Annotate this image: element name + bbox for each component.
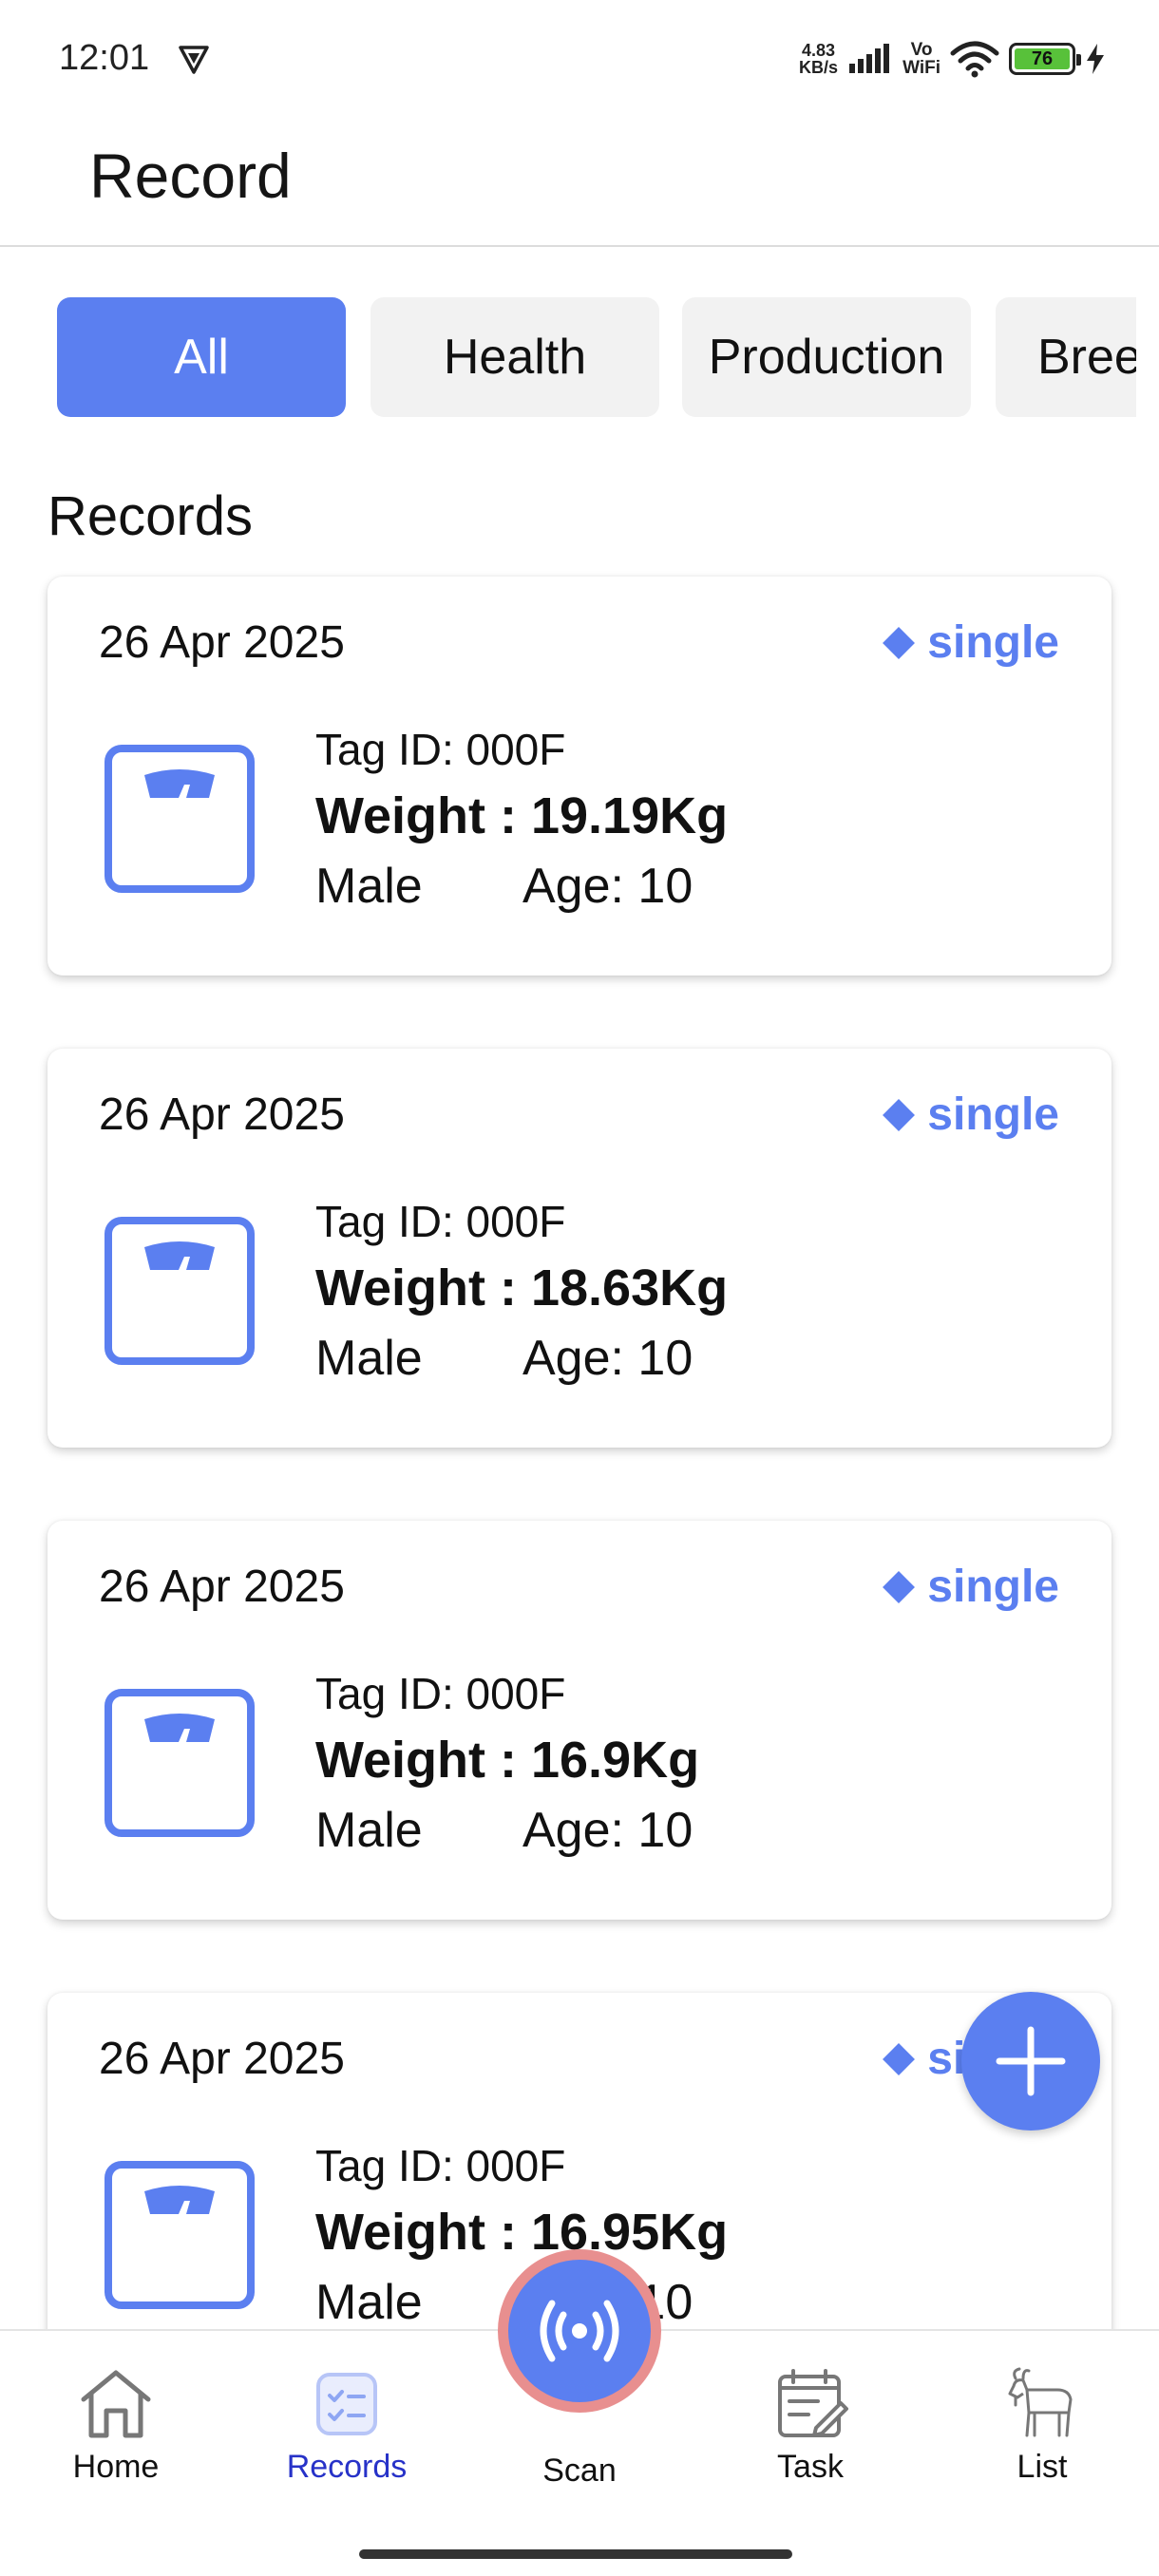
- section-title: Records: [48, 485, 253, 547]
- filter-chip-health[interactable]: Health: [370, 297, 659, 417]
- record-weight: Weight : 16.9Kg: [315, 1732, 700, 1789]
- record-tag-id: Tag ID: 000F: [315, 2141, 566, 2190]
- record-info: Tag ID: 000F Weight : 19.19Kg Male Age: …: [315, 717, 728, 922]
- status-time: 12:01: [59, 38, 150, 78]
- status-bar: 12:01 4.83 KB/s Vo WiFi 76: [0, 0, 1159, 119]
- scale-icon: [104, 745, 255, 893]
- home-indicator[interactable]: [359, 2549, 792, 2559]
- record-weight: Weight : 18.63Kg: [315, 1260, 729, 1316]
- record-type-label: single: [927, 1562, 1059, 1612]
- record-weight: Weight : 16.95Kg: [315, 2204, 729, 2261]
- scale-icon: [104, 1689, 255, 1837]
- record-tag-id: Tag ID: 000F: [315, 725, 566, 774]
- record-sex: Male: [315, 2275, 423, 2330]
- record-sex: Male: [315, 1331, 423, 1386]
- nav-item-records[interactable]: Records: [242, 2365, 451, 2508]
- nav-label-list: List: [1016, 2449, 1068, 2485]
- nav-label-scan[interactable]: Scan: [475, 2453, 684, 2490]
- record-type-label: single: [927, 617, 1059, 668]
- battery-level: 76: [1015, 48, 1070, 69]
- scale-icon: [104, 1217, 255, 1365]
- task-icon: [778, 2369, 848, 2437]
- home-icon: [81, 2370, 151, 2438]
- filter-chips: All Health Production Bree: [57, 297, 1136, 417]
- charging-icon: [1087, 44, 1104, 74]
- record-info: Tag ID: 000F Weight : 18.63Kg Male Age: …: [315, 1189, 728, 1394]
- vowifi-indicator: Vo WiFi: [902, 41, 940, 77]
- record-tag-id: Tag ID: 000F: [315, 1197, 566, 1246]
- record-card[interactable]: 26 Apr 2025 single Tag ID: 000F Weight :…: [48, 1049, 1112, 1448]
- record-type-label: single: [927, 1089, 1059, 1140]
- battery-tip: [1076, 54, 1081, 66]
- record-date: 26 Apr 2025: [99, 617, 345, 668]
- goat-icon: [1008, 2367, 1073, 2437]
- diamond-icon: [883, 1098, 916, 1131]
- record-info: Tag ID: 000F Weight : 16.9Kg Male Age: 1…: [315, 1661, 699, 1866]
- record-date: 26 Apr 2025: [99, 1562, 345, 1612]
- diamond-icon: [883, 1570, 916, 1603]
- nav-item-home[interactable]: Home: [11, 2365, 220, 2508]
- nav-item-list[interactable]: List: [938, 2365, 1147, 2508]
- battery-icon: 76: [1009, 43, 1081, 75]
- record-weight: Weight : 19.19Kg: [315, 787, 729, 844]
- page-title: Record: [89, 141, 292, 211]
- record-tag-id: Tag ID: 000F: [315, 1669, 566, 1718]
- add-record-button[interactable]: [961, 1992, 1100, 2131]
- network-speed-value: 4.83: [802, 41, 836, 60]
- filter-chip-all[interactable]: All: [57, 297, 346, 417]
- record-sex: Male: [315, 1803, 423, 1858]
- scan-button[interactable]: [498, 2249, 661, 2413]
- app-header: Record: [0, 119, 1159, 247]
- record-age: Age: 10: [522, 1331, 694, 1386]
- status-icons: 4.83 KB/s Vo WiFi 76: [799, 36, 1106, 82]
- record-type: single: [883, 1089, 1059, 1141]
- record-date: 26 Apr 2025: [99, 1089, 345, 1140]
- cellular-signal-icon: [849, 44, 890, 73]
- network-speed-unit: KB/s: [799, 58, 839, 77]
- record-sex: Male: [315, 859, 423, 914]
- record-age: Age: 10: [522, 859, 694, 914]
- record-meta: Male Age: 10: [315, 1322, 728, 1394]
- records-icon: [316, 2373, 377, 2435]
- record-card[interactable]: 26 Apr 2025 single Tag ID: 000F Weight :…: [48, 1521, 1112, 1920]
- vowifi-bottom: WiFi: [902, 58, 940, 78]
- nav-label-task: Task: [777, 2449, 844, 2485]
- record-age: Age: 10: [522, 1803, 694, 1858]
- nav-item-task[interactable]: Task: [706, 2365, 915, 2508]
- record-type: single: [883, 1561, 1059, 1613]
- nav-label-records: Records: [286, 2449, 408, 2485]
- broadcast-icon: [540, 2300, 619, 2362]
- nav-label-home: Home: [72, 2449, 160, 2485]
- plus-icon: [996, 2026, 1066, 2096]
- record-meta: Male Age: 10: [315, 1794, 699, 1866]
- vowifi-top: Vo: [910, 40, 933, 60]
- record-date: 26 Apr 2025: [99, 2034, 345, 2084]
- filter-chip-breeding[interactable]: Bree: [996, 297, 1136, 417]
- wifi-icon: [950, 41, 999, 78]
- network-speed: 4.83 KB/s: [799, 42, 838, 76]
- scale-icon: [104, 2161, 255, 2309]
- diamond-icon: [883, 2042, 916, 2075]
- record-card[interactable]: 26 Apr 2025 single Tag ID: 000F Weight :…: [48, 577, 1112, 975]
- record-type: single: [883, 616, 1059, 669]
- record-meta: Male Age: 10: [315, 850, 728, 922]
- filter-chip-production[interactable]: Production: [682, 297, 971, 417]
- diamond-icon: [883, 626, 916, 659]
- vpn-shield-icon: [179, 46, 209, 74]
